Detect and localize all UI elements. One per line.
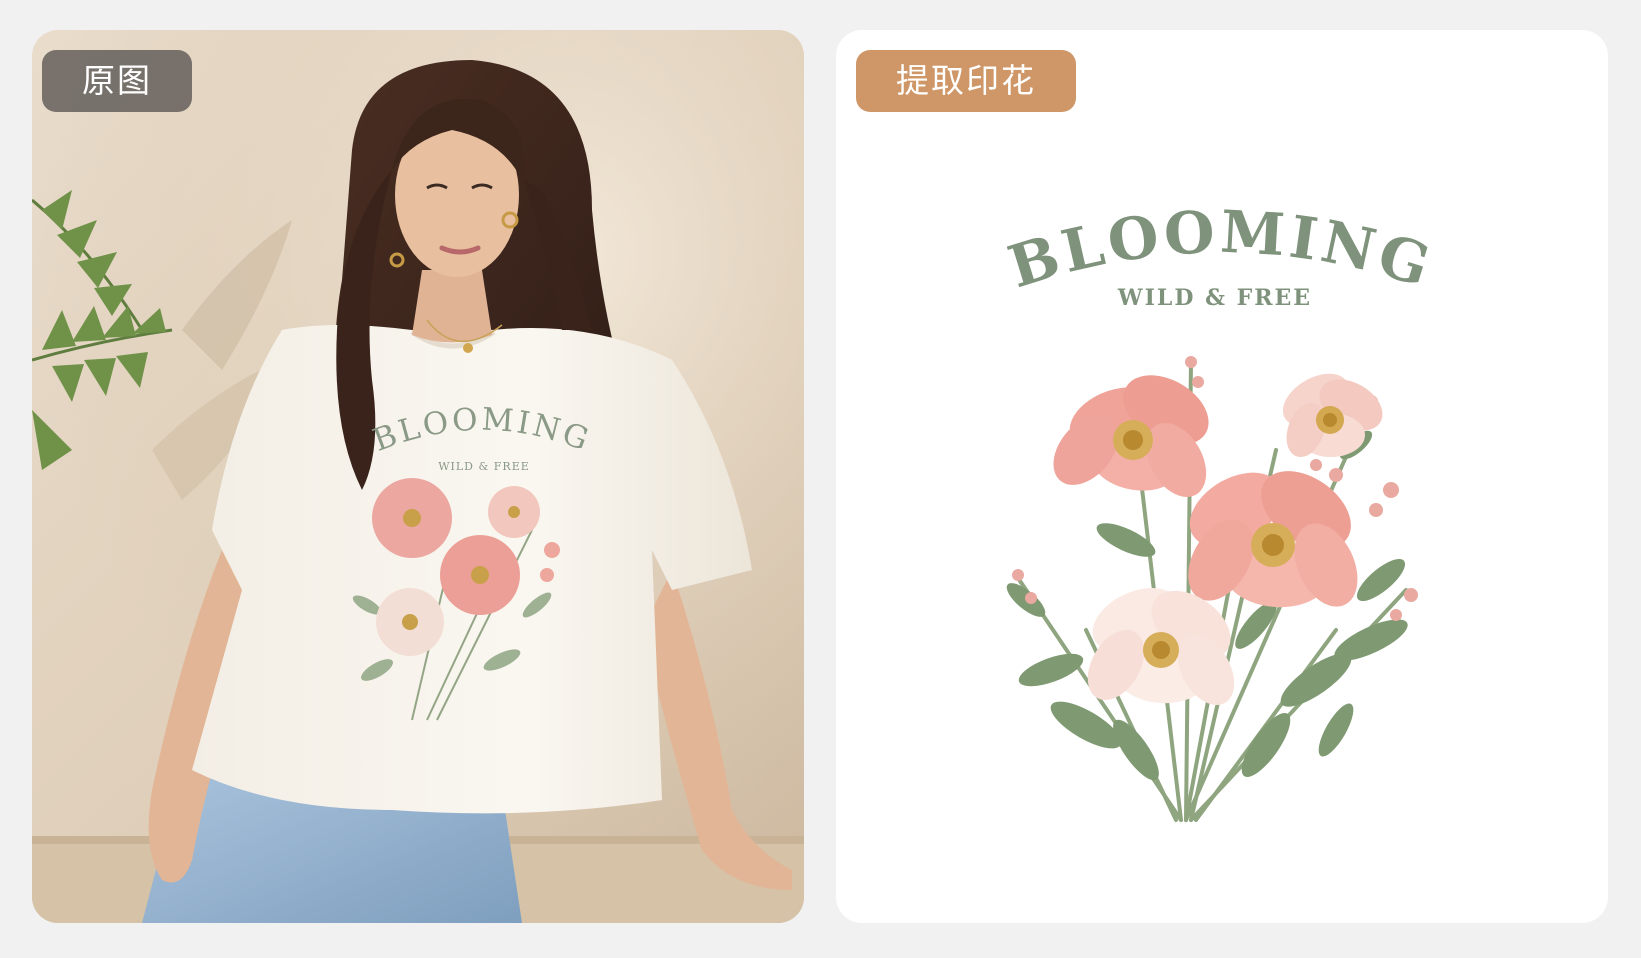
extracted-print-graphic: BLOOMING WILD & FREE [1001,198,1437,822]
original-image-label: 原图 [42,50,192,112]
model-photo: BLOOMING WILD & FREE [32,30,804,923]
original-photo-panel: BLOOMING WILD & FREE 原图 [32,30,804,923]
extracted-print-panel: BLOOMING WILD & FREE 提取印花 [836,30,1608,923]
print-subtitle: WILD & FREE [1117,285,1312,311]
extracted-print-label: 提取印花 [856,50,1076,112]
shirt-print-subtitle: WILD & FREE [438,460,530,473]
flower-bouquet [1006,356,1418,822]
flower-light-pink-top-right [1282,373,1383,458]
